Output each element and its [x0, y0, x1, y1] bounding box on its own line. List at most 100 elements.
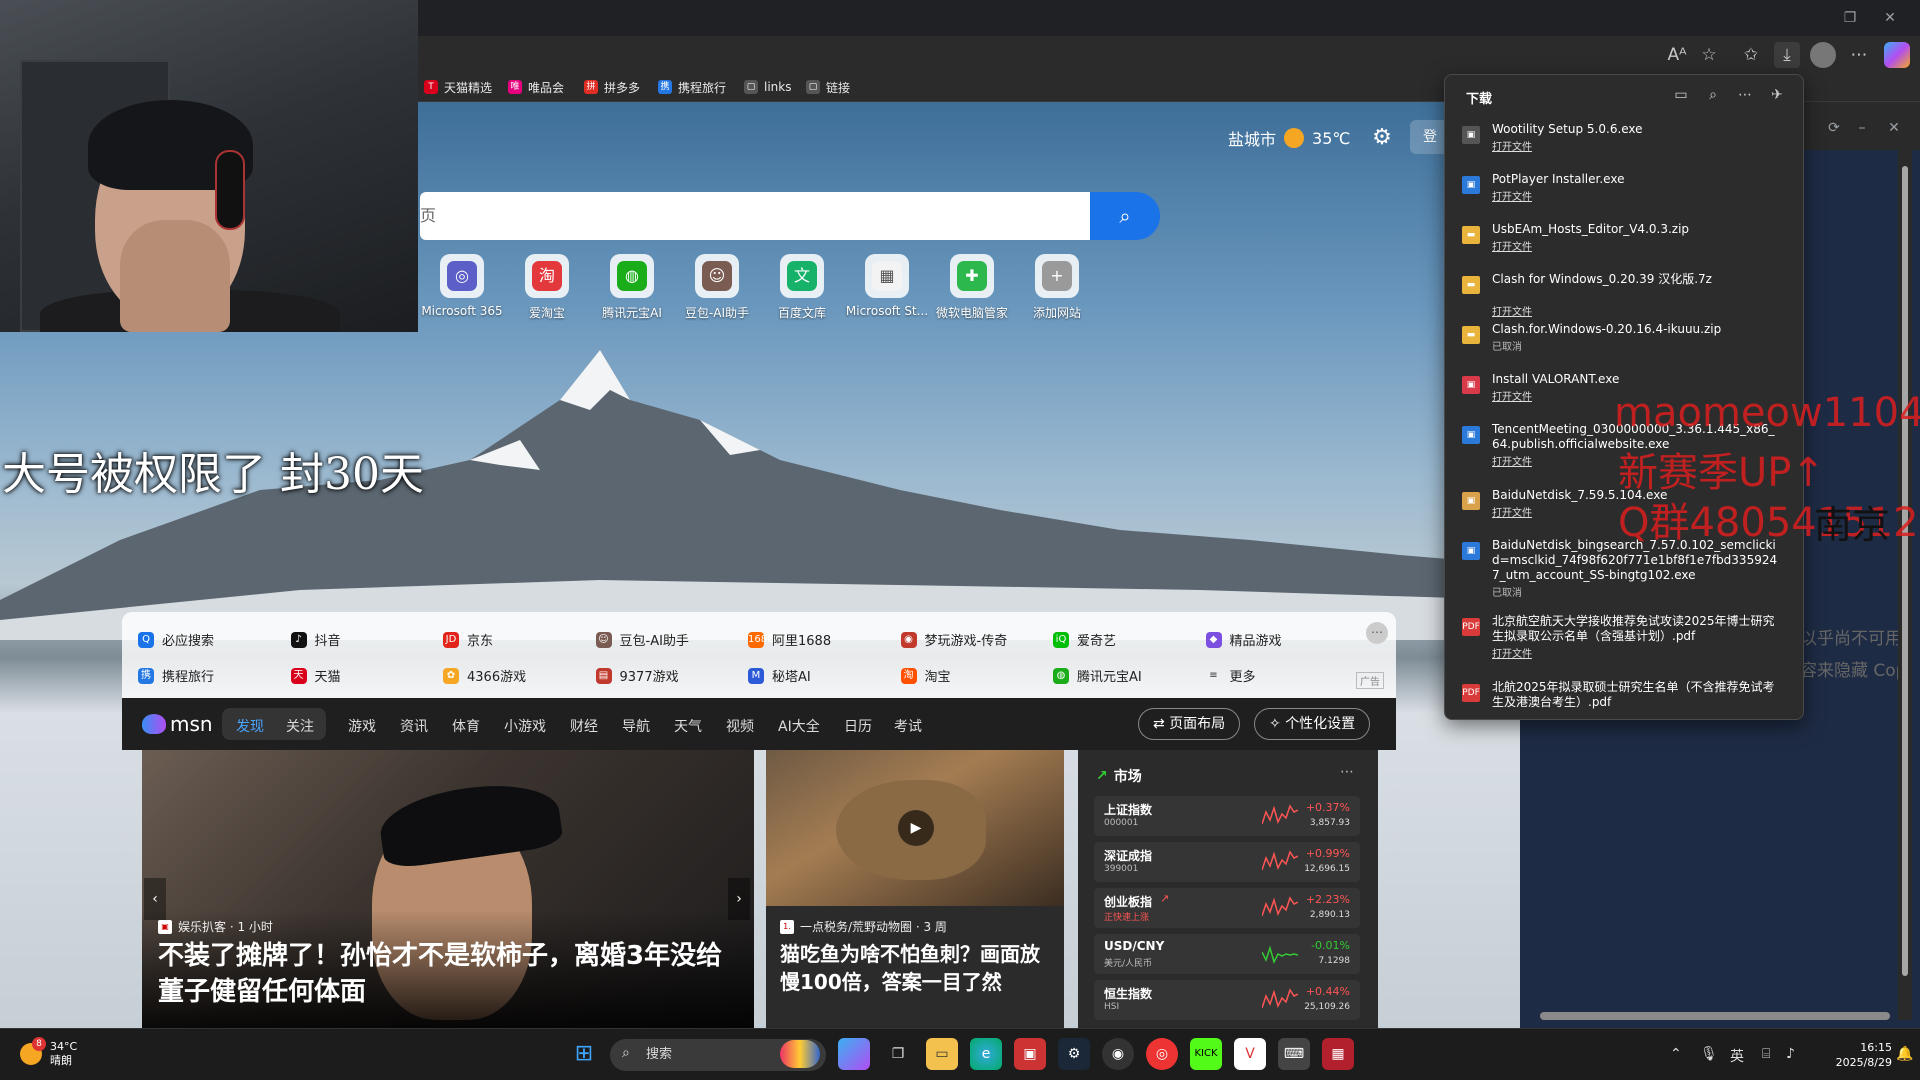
- favorite-link[interactable]: 唯唯品会: [508, 78, 564, 96]
- favorites-icon[interactable]: ✩: [1738, 42, 1764, 68]
- pin-icon[interactable]: ✈: [1766, 84, 1788, 106]
- start-windows-icon[interactable]: ⊞: [568, 1038, 600, 1070]
- volume-icon[interactable]: ♪: [1786, 1046, 1795, 1062]
- news-headline-video[interactable]: 猫吃鱼为啥不怕鱼刺？画面放慢100倍，答案一目了然: [780, 940, 1052, 996]
- search-input[interactable]: 页: [420, 192, 1090, 240]
- carousel-prev-button[interactable]: ‹: [144, 878, 166, 920]
- notification-bell-icon[interactable]: 🔔: [1896, 1046, 1913, 1062]
- shortcut-tile[interactable]: ☺ 豆包-AI助手: [671, 254, 763, 321]
- market-row[interactable]: USD/CNY 美元/人民币 -0.01% 7.1298: [1094, 934, 1360, 974]
- msn-tab[interactable]: 财经: [570, 716, 598, 736]
- obs-icon[interactable]: ◉: [1102, 1038, 1134, 1070]
- netease-music-icon[interactable]: ◎: [1146, 1038, 1178, 1070]
- quick-link[interactable]: ▤ 9377游戏: [595, 666, 679, 685]
- settings-gear-icon[interactable]: ⚙: [1368, 124, 1396, 152]
- msn-tab[interactable]: 日历: [844, 716, 872, 736]
- msn-tab[interactable]: 导航: [622, 716, 650, 736]
- msn-tab[interactable]: 资讯: [400, 716, 428, 736]
- favorite-link[interactable]: T 天猫精选: [424, 78, 492, 96]
- msn-tab[interactable]: 游戏: [348, 716, 376, 736]
- shortcut-tile[interactable]: ✚ 微软电脑管家: [926, 254, 1018, 321]
- page-layout-button[interactable]: ⇄ 页面布局: [1138, 708, 1241, 740]
- close-window-icon[interactable]: ✕: [1870, 6, 1910, 30]
- msn-tab[interactable]: 体育: [452, 716, 480, 736]
- open-file-link[interactable]: 打开文件: [1492, 504, 1532, 519]
- msn-tab[interactable]: 考试: [894, 716, 922, 736]
- open-file-link[interactable]: 打开文件: [1492, 453, 1532, 468]
- favorite-link[interactable]: ▢ 链接: [806, 78, 850, 96]
- shortcut-tile[interactable]: ▦ Microsoft St...: [841, 254, 933, 318]
- downloads-more-icon[interactable]: ⋯: [1734, 84, 1756, 106]
- weather-widget[interactable]: 盐城市 35℃: [1228, 126, 1350, 150]
- tray-expand-icon[interactable]: ⌃: [1670, 1046, 1682, 1062]
- quick-link[interactable]: 携携程旅行: [138, 666, 214, 685]
- downloads-icon[interactable]: ⤓: [1774, 42, 1800, 68]
- carousel-next-button[interactable]: ›: [728, 878, 750, 920]
- msn-tab[interactable]: AI大全: [778, 716, 820, 736]
- game-app-icon[interactable]: ▦: [1322, 1038, 1354, 1070]
- quick-link[interactable]: ◍ 腾讯元宝AI: [1053, 666, 1142, 685]
- taskbar-clock[interactable]: 16:15 2025/8/29: [1818, 1040, 1892, 1070]
- open-file-link[interactable]: 打开文件: [1492, 645, 1532, 660]
- personalize-button[interactable]: ✧ 个性化设置: [1254, 708, 1371, 740]
- market-row[interactable]: 上证指数 000001 +0.37% 3,857.93: [1094, 796, 1360, 836]
- kick-icon[interactable]: KICK: [1190, 1038, 1222, 1070]
- horizontal-scrollbar[interactable]: [1540, 1012, 1890, 1020]
- market-row[interactable]: 恒生指数 HSI +0.44% 25,109.26: [1094, 980, 1360, 1020]
- steam-icon[interactable]: ⚙: [1058, 1038, 1090, 1070]
- file-explorer-icon[interactable]: ▭: [926, 1038, 958, 1070]
- quick-link[interactable]: ✿ 4366游戏: [443, 666, 526, 685]
- search-button[interactable]: ⌕: [1090, 192, 1160, 240]
- copilot-taskbar-icon[interactable]: [838, 1038, 870, 1070]
- close-pane-icon[interactable]: ✕: [1874, 116, 1914, 140]
- open-folder-icon[interactable]: ▭: [1670, 84, 1692, 106]
- shortcut-tile[interactable]: 淘爱淘宝: [501, 254, 593, 321]
- favorite-link[interactable]: 携携程旅行: [658, 78, 726, 96]
- msn-tab[interactable]: 天气: [674, 716, 702, 736]
- ime-indicator[interactable]: 英: [1730, 1046, 1744, 1066]
- favorite-link[interactable]: ▢ links: [744, 78, 791, 96]
- quick-link[interactable]: M 秘塔AI: [748, 666, 811, 685]
- msn-tab[interactable]: 发现: [236, 716, 264, 736]
- quick-link[interactable]: 1688 阿里1688: [748, 630, 831, 649]
- quick-link[interactable]: ≡ 更多: [1206, 666, 1255, 686]
- favorite-star-icon[interactable]: ☆: [1696, 42, 1722, 68]
- quick-link[interactable]: JD 京东: [443, 630, 493, 649]
- quick-link[interactable]: Q 必应搜索: [138, 630, 214, 649]
- market-row[interactable]: 深证成指 399001 +0.99% 12,696.15: [1094, 842, 1360, 882]
- valorant-icon[interactable]: V: [1234, 1038, 1266, 1070]
- quick-link[interactable]: ◉ 梦玩游戏-传奇: [900, 630, 1007, 649]
- network-icon[interactable]: ⌸: [1762, 1046, 1770, 1062]
- keyboard-app-icon[interactable]: ⌨: [1278, 1038, 1310, 1070]
- restore-window-icon[interactable]: ❐: [1830, 6, 1870, 30]
- play-icon[interactable]: ▶: [898, 810, 934, 846]
- msn-tab[interactable]: 关注: [286, 716, 314, 736]
- quick-links-more-icon[interactable]: ⋯: [1366, 622, 1388, 644]
- open-file-link[interactable]: 打开文件: [1492, 238, 1532, 253]
- msn-tab[interactable]: 视频: [726, 716, 754, 736]
- quick-link[interactable]: 天天猫: [290, 666, 341, 685]
- task-view-icon[interactable]: ❐: [882, 1038, 914, 1070]
- read-aloud-icon[interactable]: Aᴬ: [1664, 42, 1690, 68]
- market-more-icon[interactable]: ⋯: [1340, 764, 1354, 780]
- quick-link[interactable]: ◆ 精品游戏: [1205, 630, 1282, 649]
- quick-link[interactable]: ♪ 抖音: [290, 630, 341, 649]
- microphone-icon[interactable]: 🎙: [1700, 1046, 1718, 1062]
- favorite-link[interactable]: 拼拼多多: [584, 78, 640, 96]
- news-headline-main[interactable]: 不装了摊牌了！孙怡才不是软柿子，离婚3年没给董子健留任何体面: [158, 938, 748, 1010]
- taskbar-weather[interactable]: 8 34°C 晴朗: [20, 1037, 77, 1068]
- open-file-link[interactable]: 打开文件: [1492, 188, 1532, 203]
- app-red-icon[interactable]: ▣: [1014, 1038, 1046, 1070]
- quick-link[interactable]: ☺ 豆包-AI助手: [595, 630, 689, 649]
- scrollbar-thumb[interactable]: [1902, 166, 1908, 976]
- more-menu-icon[interactable]: ⋯: [1846, 42, 1872, 68]
- profile-avatar[interactable]: [1810, 42, 1836, 68]
- edge-browser-icon[interactable]: e: [970, 1038, 1002, 1070]
- quick-link[interactable]: iQ 爱奇艺: [1053, 630, 1116, 649]
- open-file-link[interactable]: 打开文件: [1492, 388, 1532, 403]
- copilot-icon[interactable]: [1884, 42, 1910, 68]
- msn-logo[interactable]: msn: [142, 712, 213, 736]
- msn-tab[interactable]: 小游戏: [504, 716, 546, 736]
- quick-link[interactable]: 淘淘宝: [900, 666, 951, 685]
- market-row[interactable]: ↗ 创业板指 正快速上涨 +2.23% 2,890.13: [1094, 888, 1360, 928]
